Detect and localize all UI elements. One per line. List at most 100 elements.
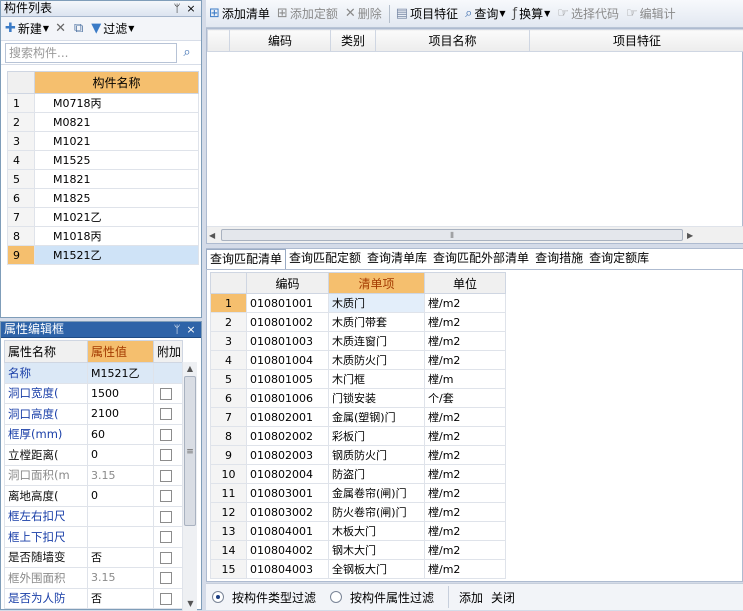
scroll-right-icon[interactable]: ▶ [687,227,693,244]
property-scrollbar[interactable]: ▲ ≡ ▼ [182,362,197,611]
checkbox[interactable] [160,531,172,543]
close-icon[interactable]: × [184,1,198,16]
result-row[interactable]: 3010801003木质连窗门樘/m2 [211,332,506,351]
component-row[interactable]: 9M1521乙 [8,246,199,265]
result-row[interactable]: 11010803001金属卷帘(闸)门樘/m2 [211,484,506,503]
component-row[interactable]: 7M1021乙 [8,208,199,227]
checkbox[interactable] [160,552,172,564]
filter-by-property-radio[interactable]: 按构件属性过滤 [330,589,434,606]
property-row[interactable]: 名称M1521乙 [5,363,183,384]
property-value[interactable]: M1521乙 [88,363,154,384]
component-row[interactable]: 4M1525 [8,151,199,170]
list-header-item-name[interactable]: 项目名称 [376,30,530,52]
property-row[interactable]: 洞口高度(2100 [5,404,183,425]
scrollbar-thumb[interactable]: ≡ [184,376,196,526]
property-row[interactable]: 框外围面积3.15 [5,568,183,589]
result-row[interactable]: 7010802001金属(塑钢)门樘/m2 [211,408,506,427]
property-value[interactable]: 0 [88,486,154,507]
item-feature-button[interactable]: ▤ 项目特征 [396,5,458,22]
component-name[interactable]: M1021 [35,132,199,151]
scrollbar-thumb[interactable]: ⦀ [221,229,683,241]
property-row[interactable]: 是否为人防否 [5,588,183,609]
property-value[interactable]: 否 [88,547,154,568]
component-row[interactable]: 8M1018丙 [8,227,199,246]
result-row[interactable]: 6010801006门锁安装个/套 [211,389,506,408]
component-row[interactable]: 3M1021 [8,132,199,151]
result-row[interactable]: 1010801001木质门樘/m2 [211,294,506,313]
component-name-header[interactable]: 构件名称 [35,72,199,94]
query-tab[interactable]: 查询匹配清单 [206,249,286,269]
checkbox[interactable] [160,388,172,400]
property-value[interactable]: 否 [88,588,154,609]
property-row[interactable]: 洞口面积(m3.15 [5,465,183,486]
result-row[interactable]: 14010804002钢木大门樘/m2 [211,541,506,560]
list-horizontal-scrollbar[interactable]: ◀ ⦀ ▶ [207,226,743,243]
filter-button[interactable]: ▼ 过滤 ▼ [91,20,134,37]
result-row[interactable]: 4010801004木质防火门樘/m2 [211,351,506,370]
property-value[interactable]: 0 [88,445,154,466]
property-extra-cell[interactable] [154,588,183,609]
checkbox[interactable] [160,572,172,584]
pin-icon[interactable]: ᛘ [170,1,184,16]
property-extra-cell[interactable] [154,445,183,466]
property-value[interactable] [88,527,154,548]
close-button[interactable]: 关闭 [491,589,515,606]
checkbox[interactable] [160,490,172,502]
property-value[interactable]: 60 [88,424,154,445]
query-tab[interactable]: 查询措施 [532,249,586,269]
property-row[interactable]: 框左右扣尺 [5,506,183,527]
scroll-left-icon[interactable]: ◀ [209,227,215,244]
convert-button[interactable]: ƒ 换算 ▼ [513,5,551,22]
result-row[interactable]: 15010804003全钢板大门樘/m2 [211,560,506,579]
property-extra-cell[interactable] [154,383,183,404]
result-row[interactable]: 5010801005木门框樘/m [211,370,506,389]
property-row[interactable]: 是否随墙变否 [5,547,183,568]
search-input[interactable] [5,43,177,63]
property-value[interactable]: 1500 [88,383,154,404]
component-name[interactable]: M1021乙 [35,208,199,227]
property-extra-cell[interactable] [154,506,183,527]
result-row[interactable]: 9010802003钢质防火门樘/m2 [211,446,506,465]
component-name[interactable]: M1018丙 [35,227,199,246]
result-row[interactable]: 10010802004防盗门樘/m2 [211,465,506,484]
query-tab[interactable]: 查询匹配定额 [286,249,364,269]
property-extra-cell[interactable] [154,486,183,507]
list-header-code[interactable]: 编码 [230,30,331,52]
property-value[interactable]: 2100 [88,404,154,425]
delete-button[interactable]: ✕ 删除 [345,5,382,22]
copy-component-button[interactable]: ⧉ [74,21,85,36]
result-row[interactable]: 13010804001木板大门樘/m2 [211,522,506,541]
component-name[interactable]: M1521乙 [35,246,199,265]
add-button[interactable]: 添加 [459,589,483,606]
component-row[interactable]: 1M0718丙 [8,94,199,113]
delete-component-button[interactable]: ✕ [55,21,68,36]
component-row[interactable]: 5M1821 [8,170,199,189]
add-list-button[interactable]: ⊞ 添加清单 [209,5,270,22]
edit-calc-button[interactable]: ☞ 编辑计 [626,5,676,22]
component-name[interactable]: M1825 [35,189,199,208]
result-header-unit[interactable]: 单位 [425,273,506,294]
property-row[interactable]: 洞口宽度(1500 [5,383,183,404]
component-name[interactable]: M1821 [35,170,199,189]
component-name[interactable]: M0718丙 [35,94,199,113]
component-name[interactable]: M0821 [35,113,199,132]
checkbox[interactable] [160,470,172,482]
scroll-down-icon[interactable]: ▼ [183,597,198,611]
property-extra-cell[interactable] [154,465,183,486]
property-extra-cell[interactable] [154,424,183,445]
property-extra-cell[interactable] [154,363,183,384]
search-icon[interactable]: ⌕ [177,45,197,60]
property-row[interactable]: 框上下扣尺 [5,527,183,548]
property-extra-cell[interactable] [154,404,183,425]
property-row[interactable]: 立樘距离(0 [5,445,183,466]
property-extra-cell[interactable] [154,547,183,568]
checkbox[interactable] [160,429,172,441]
list-header-category[interactable]: 类别 [331,30,376,52]
property-row[interactable]: 离地高度(0 [5,486,183,507]
query-tab[interactable]: 查询定额库 [586,249,652,269]
query-tab[interactable]: 查询匹配外部清单 [430,249,532,269]
result-row[interactable]: 8010802002彩板门樘/m2 [211,427,506,446]
checkbox[interactable] [160,449,172,461]
result-row[interactable]: 2010801002木质门带套樘/m2 [211,313,506,332]
pin-icon[interactable]: ᛘ [170,322,184,337]
